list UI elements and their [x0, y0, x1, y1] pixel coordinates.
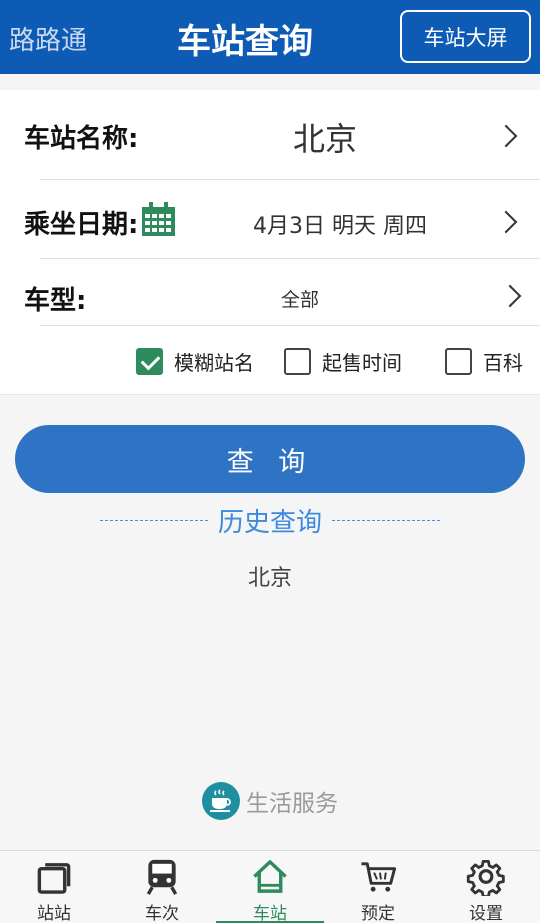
wiki-label: 百科	[483, 351, 523, 375]
tab-train[interactable]: 车次	[108, 851, 216, 923]
tab-label: 预定	[361, 904, 395, 923]
date-row[interactable]: 乘坐日期: 4月3日 明天 周四	[0, 180, 540, 260]
home-icon	[253, 860, 287, 893]
divider	[100, 519, 208, 521]
train-type-row[interactable]: 车型: 全部	[0, 260, 540, 326]
fuzzy-name-label: 模糊站名	[174, 351, 254, 375]
calendar-icon[interactable]	[140, 201, 177, 238]
station-name-row[interactable]: 车站名称: 北京	[0, 90, 540, 180]
train-type-value[interactable]: 全部	[200, 285, 400, 312]
station-to-station-icon	[37, 863, 71, 894]
station-screen-button[interactable]: 车站大屏	[400, 10, 531, 63]
divider	[332, 519, 441, 521]
life-service-link[interactable]: 生活服务	[202, 782, 338, 820]
fuzzy-name-checkbox[interactable]: 模糊站名	[136, 347, 254, 376]
query-button[interactable]: 查 询	[15, 425, 525, 493]
sale-time-checkbox[interactable]: 起售时间	[284, 347, 402, 376]
tab-settings[interactable]: 设置	[432, 851, 540, 923]
checkbox-icon[interactable]	[445, 348, 472, 375]
chevron-right-icon	[494, 210, 518, 234]
tab-label: 车次	[145, 904, 179, 923]
sale-time-label: 起售时间	[322, 351, 402, 375]
tab-station-to-station[interactable]: 站站	[0, 851, 108, 923]
life-service-label: 生活服务	[246, 791, 338, 817]
history-header: 历史查询	[100, 503, 441, 538]
chevron-right-icon	[494, 124, 518, 148]
bottom-tab-bar: 站站 车次 车站 预定 设置	[0, 850, 540, 923]
date-label: 乘坐日期:	[24, 210, 139, 240]
tab-label: 设置	[469, 904, 503, 923]
coffee-cup-icon	[202, 782, 240, 820]
tab-label: 车站	[253, 904, 287, 923]
station-name-value[interactable]: 北京	[175, 114, 475, 160]
checkbox-icon[interactable]	[284, 348, 311, 375]
wiki-checkbox[interactable]: 百科	[445, 347, 523, 376]
tab-booking[interactable]: 预定	[324, 851, 432, 923]
cart-icon	[361, 862, 397, 892]
tab-station[interactable]: 车站	[216, 851, 324, 923]
divider	[40, 258, 540, 259]
station-name-label: 车站名称:	[24, 124, 139, 154]
options-row: 模糊站名 起售时间 百科	[0, 344, 540, 384]
header-bar: 路路通 车站查询 车站大屏	[0, 0, 540, 74]
tab-label: 站站	[37, 904, 71, 923]
history-title: 历史查询	[218, 507, 323, 538]
date-value[interactable]: 4月3日 明天 周四	[200, 208, 480, 240]
chevron-right-icon	[498, 284, 522, 308]
checkbox-checked-icon[interactable]	[136, 348, 163, 375]
divider	[40, 325, 540, 326]
history-item[interactable]: 北京	[0, 560, 540, 592]
train-icon	[146, 859, 178, 895]
train-type-label: 车型:	[24, 286, 87, 316]
gear-icon	[466, 859, 505, 896]
query-form: 车站名称: 北京 乘坐日期: 4月3日 明天 周四 车型: 全部 模糊站名 起售…	[0, 90, 540, 395]
